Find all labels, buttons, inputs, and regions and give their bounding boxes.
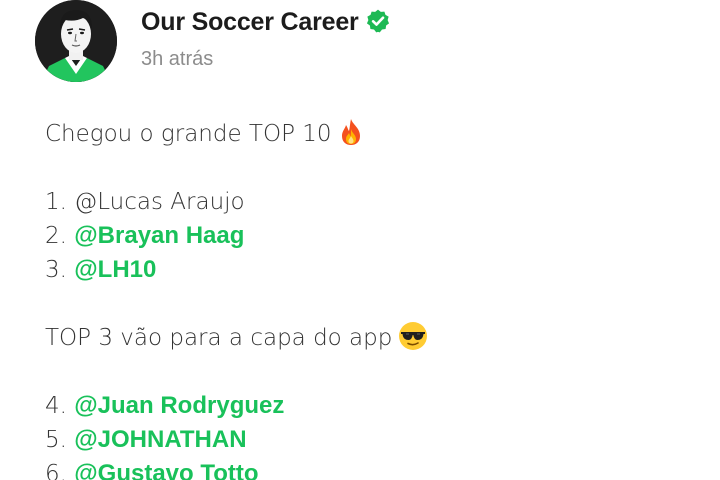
verified-badge-icon <box>366 10 389 33</box>
post-card: Our Soccer Career 3h atrás Chegou o gran… <box>0 0 720 480</box>
ranking-rank: 5. <box>45 427 67 453</box>
ranking-item-5: 5. @JOHNATHAN <box>45 425 247 455</box>
ranking-mention[interactable]: @JOHNATHAN <box>74 426 246 453</box>
ranking-mention[interactable]: @Juan Rodryguez <box>74 392 284 419</box>
cover-note-line: TOP 3 vão para a capa do app <box>45 321 428 353</box>
ranking-rank: 6. <box>45 461 67 480</box>
cover-note-text: TOP 3 vão para a capa do app <box>45 325 393 351</box>
avatar-illustration-icon <box>35 0 117 82</box>
ranking-item-3: 3. @LH10 <box>45 255 156 285</box>
ranking-item-6: 6. @Gustavo Totto <box>45 459 259 480</box>
ranking-item-4: 4. @Juan Rodryguez <box>45 391 284 421</box>
post-intro-line: Chegou o grande TOP 10 <box>45 118 364 149</box>
post-timestamp: 3h atrás <box>141 48 214 70</box>
ranking-mention[interactable]: @LH10 <box>74 256 156 283</box>
ranking-rank: 4. <box>45 393 67 419</box>
ranking-item-2: 2. @Brayan Haag <box>45 221 244 251</box>
ranking-rank: 2. <box>45 223 67 249</box>
author-name-text: Our Soccer Career <box>141 8 359 36</box>
ranking-rank: 3. <box>45 257 67 283</box>
author-avatar[interactable] <box>35 0 117 82</box>
ranking-rank: 1. <box>45 189 67 215</box>
ranking-mention[interactable]: @Lucas Araujo <box>74 189 244 215</box>
ranking-mention[interactable]: @Brayan Haag <box>74 222 244 249</box>
ranking-item-1: 1. @Lucas Araujo <box>45 187 245 217</box>
fire-emoji-icon <box>341 118 360 145</box>
sunglasses-emoji-icon <box>399 321 428 350</box>
ranking-mention[interactable]: @Gustavo Totto <box>74 460 258 480</box>
post-intro-text: Chegou o grande TOP 10 <box>45 121 332 147</box>
author-name[interactable]: Our Soccer Career <box>141 8 391 37</box>
